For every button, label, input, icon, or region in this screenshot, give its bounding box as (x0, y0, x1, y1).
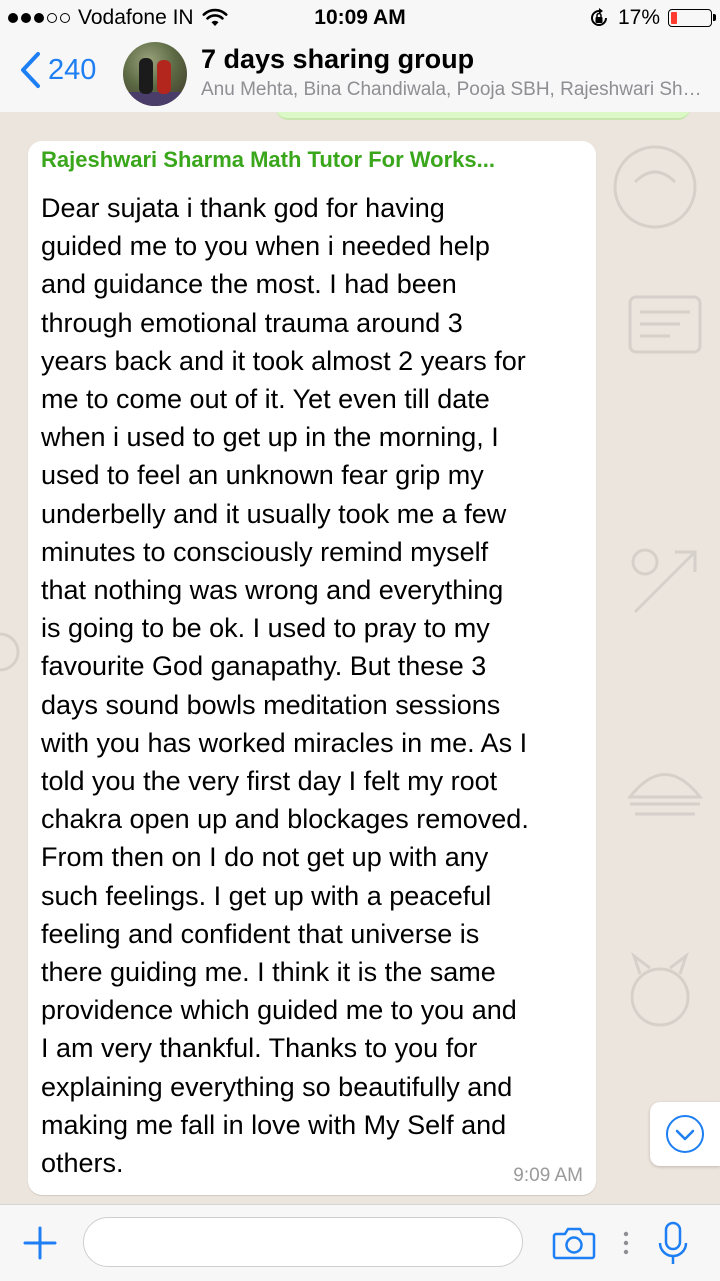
camera-icon[interactable] (552, 1225, 596, 1261)
message-input[interactable] (83, 1217, 523, 1267)
battery-percent: 17% (617, 6, 660, 29)
message-sender[interactable]: Rajeshwari Sharma Math Tutor For Works..… (41, 147, 586, 173)
chevron-down-circle-icon (666, 1115, 704, 1153)
chat-header: 240 7 days sharing group Anu Mehta, Bina… (0, 36, 720, 113)
carrier-name: Vodafone IN (78, 6, 194, 29)
chat-area[interactable]: Rajeshwari Sharma Math Tutor For Works..… (0, 112, 720, 1204)
message-bubble[interactable]: Rajeshwari Sharma Math Tutor For Works..… (28, 141, 596, 1195)
signal-dots-icon (8, 13, 70, 23)
wallpaper-doodle-icon (626, 773, 704, 816)
battery-level-fill (671, 12, 677, 24)
status-bar: Vodafone IN 10:09 AM 17% (0, 0, 720, 36)
group-name[interactable]: 7 days sharing group (201, 44, 474, 75)
back-button[interactable]: 240 (18, 50, 96, 90)
message-time: 9:09 AM (513, 1165, 583, 1186)
more-options-icon[interactable] (622, 1230, 630, 1256)
orientation-lock-icon (590, 8, 607, 26)
message-text: Dear sujata i thank god for having guide… (41, 193, 529, 1179)
wallpaper-doodle-icon (630, 951, 690, 1027)
scroll-to-bottom-button[interactable] (650, 1102, 720, 1166)
plus-icon[interactable] (22, 1225, 58, 1261)
wifi-icon (202, 8, 228, 26)
input-bar (0, 1204, 720, 1281)
microphone-icon[interactable] (656, 1221, 690, 1267)
wallpaper-doodle-icon (613, 145, 697, 229)
wallpaper-doodle-icon (631, 548, 697, 614)
unread-count: 240 (48, 53, 97, 86)
chevron-left-icon (21, 52, 40, 88)
battery-icon (668, 9, 716, 27)
group-avatar[interactable] (123, 42, 187, 106)
wallpaper-doodle-icon (628, 295, 702, 354)
group-members[interactable]: Anu Mehta, Bina Chandiwala, Pooja SBH, R… (201, 79, 706, 101)
previous-message-bubble (276, 112, 690, 120)
